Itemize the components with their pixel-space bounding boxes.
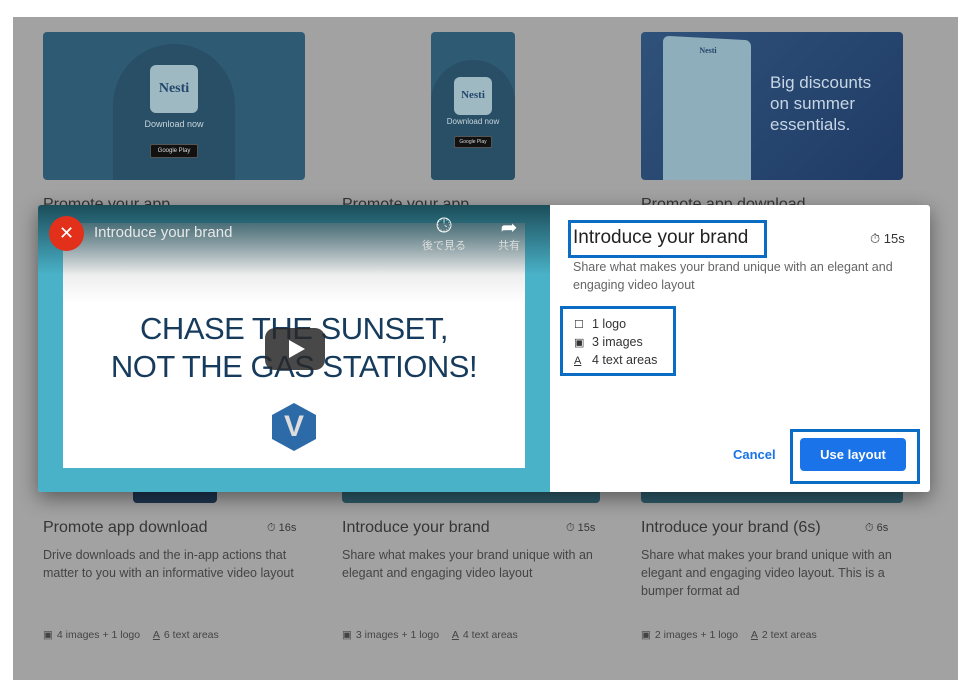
timer-icon: ⏱: [870, 231, 881, 246]
layout-preview-dialog: CHASE THE SUNSET, NOT THE GAS STATIONS! …: [38, 205, 930, 492]
layout-details: Introduce your brand ⏱ 15s Share what ma…: [550, 205, 930, 492]
card-meta: ▣ 4 images + 1 logo A6 text areas: [43, 629, 219, 641]
thumb-text: Big discounts on summer essentials.: [770, 73, 872, 134]
text-icon: A: [750, 629, 758, 641]
card-meta: ▣ 2 images + 1 logo A2 text areas: [641, 629, 817, 641]
image-icon: ▣: [342, 629, 352, 641]
thumb-text: Download now: [446, 117, 500, 126]
card-thumbnail[interactable]: Nesti Download now Google Play: [43, 32, 305, 180]
text-icon: A: [152, 629, 160, 641]
feature-images: ▣ 3 images: [574, 335, 643, 349]
google-play-badge: Google Play: [150, 144, 198, 158]
play-button[interactable]: [265, 328, 325, 370]
card-description: Share what makes your brand unique with …: [641, 548, 892, 598]
use-layout-button[interactable]: Use layout: [800, 438, 906, 471]
card-description: Drive downloads and the in-app actions t…: [43, 548, 294, 580]
thumb-text: Download now: [144, 119, 204, 129]
card-duration: ⏱ 6s: [865, 522, 889, 534]
brand-logo: Nesti: [699, 46, 717, 55]
card-duration: ⏱ 15s: [566, 522, 596, 534]
feature-text: A4 text areas: [574, 353, 658, 367]
channel-avatar-icon[interactable]: ✕: [49, 216, 84, 251]
layout-description: Share what makes your brand unique with …: [573, 260, 893, 292]
card-meta: ▣ 3 images + 1 logo A4 text areas: [342, 629, 518, 641]
cancel-button[interactable]: Cancel: [733, 447, 776, 462]
card-thumbnail[interactable]: Nesti Download now Google Play: [431, 32, 515, 180]
text-icon: A: [574, 355, 582, 367]
card-duration: ⏱ 16s: [267, 522, 297, 534]
image-icon: ▣: [641, 629, 651, 641]
google-play-badge: Google Play: [454, 136, 492, 148]
brand-logo: Nesti: [150, 65, 198, 113]
layout-title: Introduce your brand: [573, 227, 749, 248]
card-title[interactable]: Promote app download: [43, 519, 208, 537]
card-title[interactable]: Introduce your brand: [342, 519, 490, 537]
share-icon: ➦: [500, 217, 518, 239]
video-title[interactable]: Introduce your brand: [94, 224, 232, 241]
share-button[interactable]: ➦ 共有: [484, 215, 534, 253]
watch-later-button[interactable]: 🕓︎ 後で見る: [419, 215, 469, 253]
card-title[interactable]: Introduce your brand (6s): [641, 519, 821, 537]
logo-icon: ☐: [574, 319, 584, 331]
clock-icon: 🕓︎: [436, 215, 452, 237]
image-icon: ▣: [574, 337, 585, 349]
brand-logo: Nesti: [454, 77, 492, 115]
text-icon: A: [451, 629, 459, 641]
feature-logo: ☐ 1 logo: [574, 317, 627, 331]
video-player[interactable]: CHASE THE SUNSET, NOT THE GAS STATIONS! …: [38, 205, 550, 492]
layout-duration: ⏱ 15s: [870, 231, 905, 246]
card-thumbnail[interactable]: Nesti Big discounts on summer essentials…: [641, 32, 903, 180]
image-icon: ▣: [43, 629, 53, 641]
brand-logo: V: [272, 403, 316, 451]
card-description: Share what makes your brand unique with …: [342, 548, 593, 580]
